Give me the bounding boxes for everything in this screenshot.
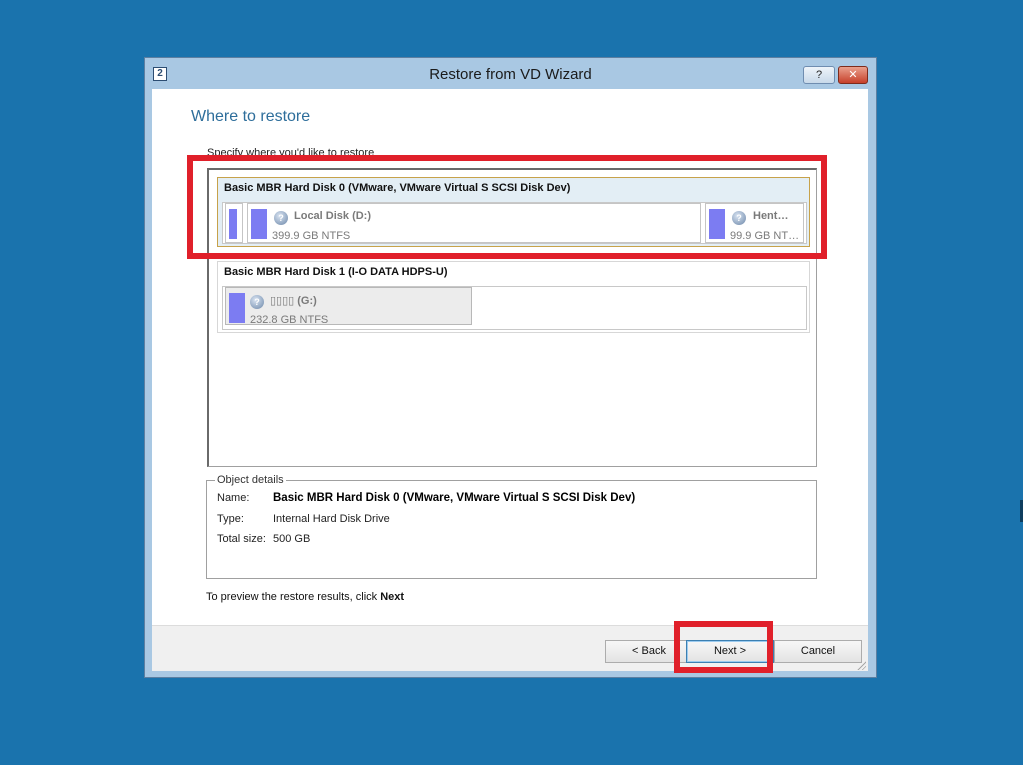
detail-value: Basic MBR Hard Disk 0 (VMware, VMware Vi… xyxy=(273,492,636,504)
step-title: Where to restore xyxy=(191,108,311,125)
preview-hint-text: To preview the restore results, click xyxy=(206,591,381,603)
disk-title: Basic MBR Hard Disk 1 (I-O DATA HDPS-U) xyxy=(224,266,448,278)
detail-label: Name: xyxy=(217,492,250,504)
partition-usage-bar xyxy=(229,293,245,323)
preview-hint-bold: Next xyxy=(380,591,405,603)
detail-label: Type: xyxy=(217,513,244,525)
highlight-box-disk xyxy=(187,155,827,259)
partition-name: ▯▯▯▯ (G:) xyxy=(270,295,317,307)
detail-value: 500 GB xyxy=(273,533,311,545)
highlight-box-next xyxy=(674,621,773,673)
window-title: Restore from VD Wizard xyxy=(429,66,592,83)
close-button[interactable]: ✕ xyxy=(838,66,868,84)
cancel-button[interactable]: Cancel xyxy=(774,640,862,663)
wizard-window: 2 Restore from VD Wizard ? ✕ Where to re… xyxy=(144,57,877,678)
partition-row: ? ▯▯▯▯ (G:) 232.8 GB NTFS xyxy=(222,286,807,330)
partition-info: 232.8 GB NTFS xyxy=(250,314,329,326)
disk-item-1[interactable]: Basic MBR Hard Disk 1 (I-O DATA HDPS-U) … xyxy=(217,261,810,333)
partition-item[interactable]: ? ▯▯▯▯ (G:) 232.8 GB NTFS xyxy=(225,287,472,326)
object-details-legend: Object details xyxy=(215,474,286,486)
title-bar[interactable]: 2 Restore from VD Wizard ? ✕ xyxy=(145,58,876,90)
object-details-group: Object details Name: Basic MBR Hard Disk… xyxy=(206,474,817,579)
preview-hint: To preview the restore results, click Ne… xyxy=(206,591,404,603)
detail-value: Internal Hard Disk Drive xyxy=(273,513,390,525)
question-icon: ? xyxy=(250,295,264,309)
detail-label: Total size: xyxy=(217,533,266,545)
help-button[interactable]: ? xyxy=(803,66,835,84)
